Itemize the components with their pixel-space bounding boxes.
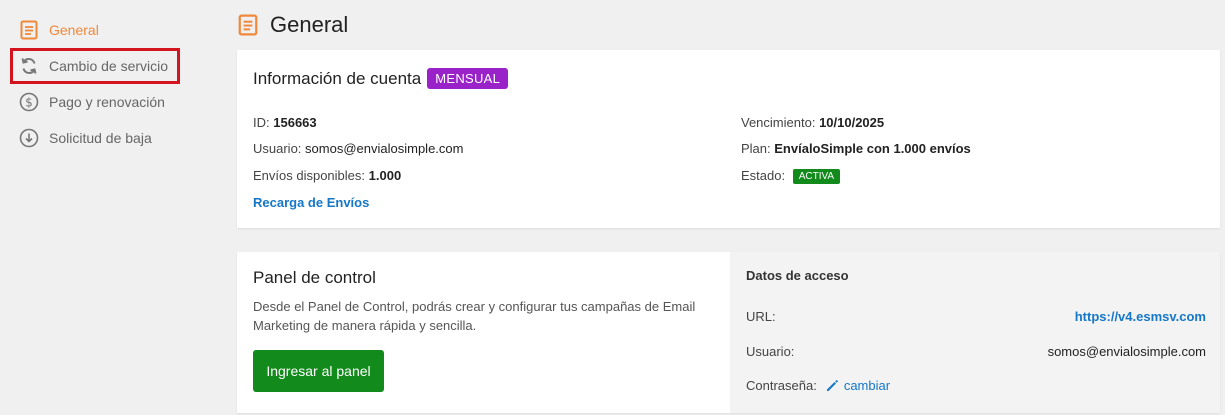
account-status: Estado: ACTIVA bbox=[741, 168, 841, 184]
account-expiry-label: Vencimiento: bbox=[741, 115, 816, 130]
panel-description: Desde el Panel de Control, podrás crear … bbox=[253, 299, 696, 333]
page-title-text: General bbox=[270, 12, 349, 37]
access-user-value: somos@envialosimple.com bbox=[1047, 344, 1206, 359]
status-badge: ACTIVA bbox=[792, 169, 841, 184]
access-user-row: Usuario: somos@envialosimple.com bbox=[746, 344, 1206, 359]
account-sends-label: Envíos disponibles: bbox=[253, 168, 366, 183]
account-sends-value: 1.000 bbox=[368, 168, 402, 183]
recharge-link-row: Recarga de Envíos bbox=[253, 195, 369, 210]
account-title: Información de cuenta bbox=[253, 68, 422, 88]
account-id-label: ID: bbox=[253, 115, 270, 130]
sidebar-item-label: Cambio de servicio bbox=[49, 58, 169, 74]
sidebar-item-pago-y-renovacion[interactable]: $ Pago y renovación bbox=[11, 85, 179, 119]
access-url-label: URL: bbox=[746, 309, 776, 324]
refresh-icon bbox=[18, 55, 40, 77]
access-url-link[interactable]: https://v4.esmsv.com bbox=[1075, 309, 1206, 324]
enter-panel-button[interactable]: Ingresar al panel bbox=[253, 350, 384, 392]
access-title: Datos de acceso bbox=[746, 268, 849, 283]
recharge-link[interactable]: Recarga de Envíos bbox=[253, 195, 369, 210]
sidebar-item-label: General bbox=[49, 22, 99, 38]
page-title: General bbox=[238, 10, 348, 40]
account-plan-label: Plan: bbox=[741, 141, 771, 156]
document-icon bbox=[238, 14, 260, 36]
change-password-link[interactable]: cambiar bbox=[825, 378, 890, 393]
account-user: Usuario: somos@envialosimple.com bbox=[253, 141, 463, 156]
account-expiry-value: 10/10/2025 bbox=[819, 115, 885, 130]
access-password-label: Contraseña: bbox=[746, 378, 817, 393]
account-plan: Plan: EnvíaloSimple con 1.000 envíos bbox=[741, 141, 971, 156]
account-id-value: 156663 bbox=[273, 115, 317, 130]
sidebar-item-general[interactable]: General bbox=[11, 13, 179, 47]
document-icon bbox=[18, 19, 40, 41]
account-sends: Envíos disponibles: 1.000 bbox=[253, 168, 401, 183]
account-title-row: Información de cuenta MENSUAL bbox=[253, 68, 509, 89]
sidebar-item-cambio-de-servicio[interactable]: Cambio de servicio bbox=[10, 48, 180, 84]
sidebar-item-label: Pago y renovación bbox=[49, 94, 165, 110]
account-user-value: somos@envialosimple.com bbox=[305, 141, 464, 156]
download-circle-icon bbox=[18, 127, 40, 149]
account-expiry: Vencimiento: 10/10/2025 bbox=[741, 115, 884, 130]
access-url-row: URL: https://v4.esmsv.com bbox=[746, 309, 1206, 324]
panel-title: Panel de control bbox=[253, 268, 376, 287]
sidebar-item-solicitud-de-baja[interactable]: Solicitud de baja bbox=[11, 121, 179, 155]
change-password-label: cambiar bbox=[843, 378, 891, 393]
account-id: ID: 156663 bbox=[253, 115, 317, 130]
svg-text:$: $ bbox=[25, 96, 33, 110]
account-user-label: Usuario: bbox=[253, 141, 302, 156]
control-panel-card: Panel de control Desde el Panel de Contr… bbox=[237, 252, 1220, 413]
pencil-icon bbox=[826, 379, 838, 391]
dollar-icon: $ bbox=[18, 91, 40, 113]
account-plan-value: EnvíaloSimple con 1.000 envíos bbox=[774, 141, 971, 156]
control-panel-section: Panel de control Desde el Panel de Contr… bbox=[237, 252, 730, 413]
plan-badge: MENSUAL bbox=[427, 68, 509, 89]
account-status-label: Estado: bbox=[741, 168, 786, 183]
sidebar: General Cambio de servicio $ Pago y reno… bbox=[0, 0, 220, 415]
sidebar-item-label: Solicitud de baja bbox=[49, 130, 152, 146]
access-user-label: Usuario: bbox=[746, 344, 795, 359]
access-data-section: Datos de acceso URL: https://v4.esmsv.co… bbox=[730, 252, 1220, 413]
account-info-card: Información de cuenta MENSUAL ID: 156663… bbox=[237, 50, 1220, 228]
access-password-row: Contraseña: cambiar bbox=[746, 378, 1206, 393]
